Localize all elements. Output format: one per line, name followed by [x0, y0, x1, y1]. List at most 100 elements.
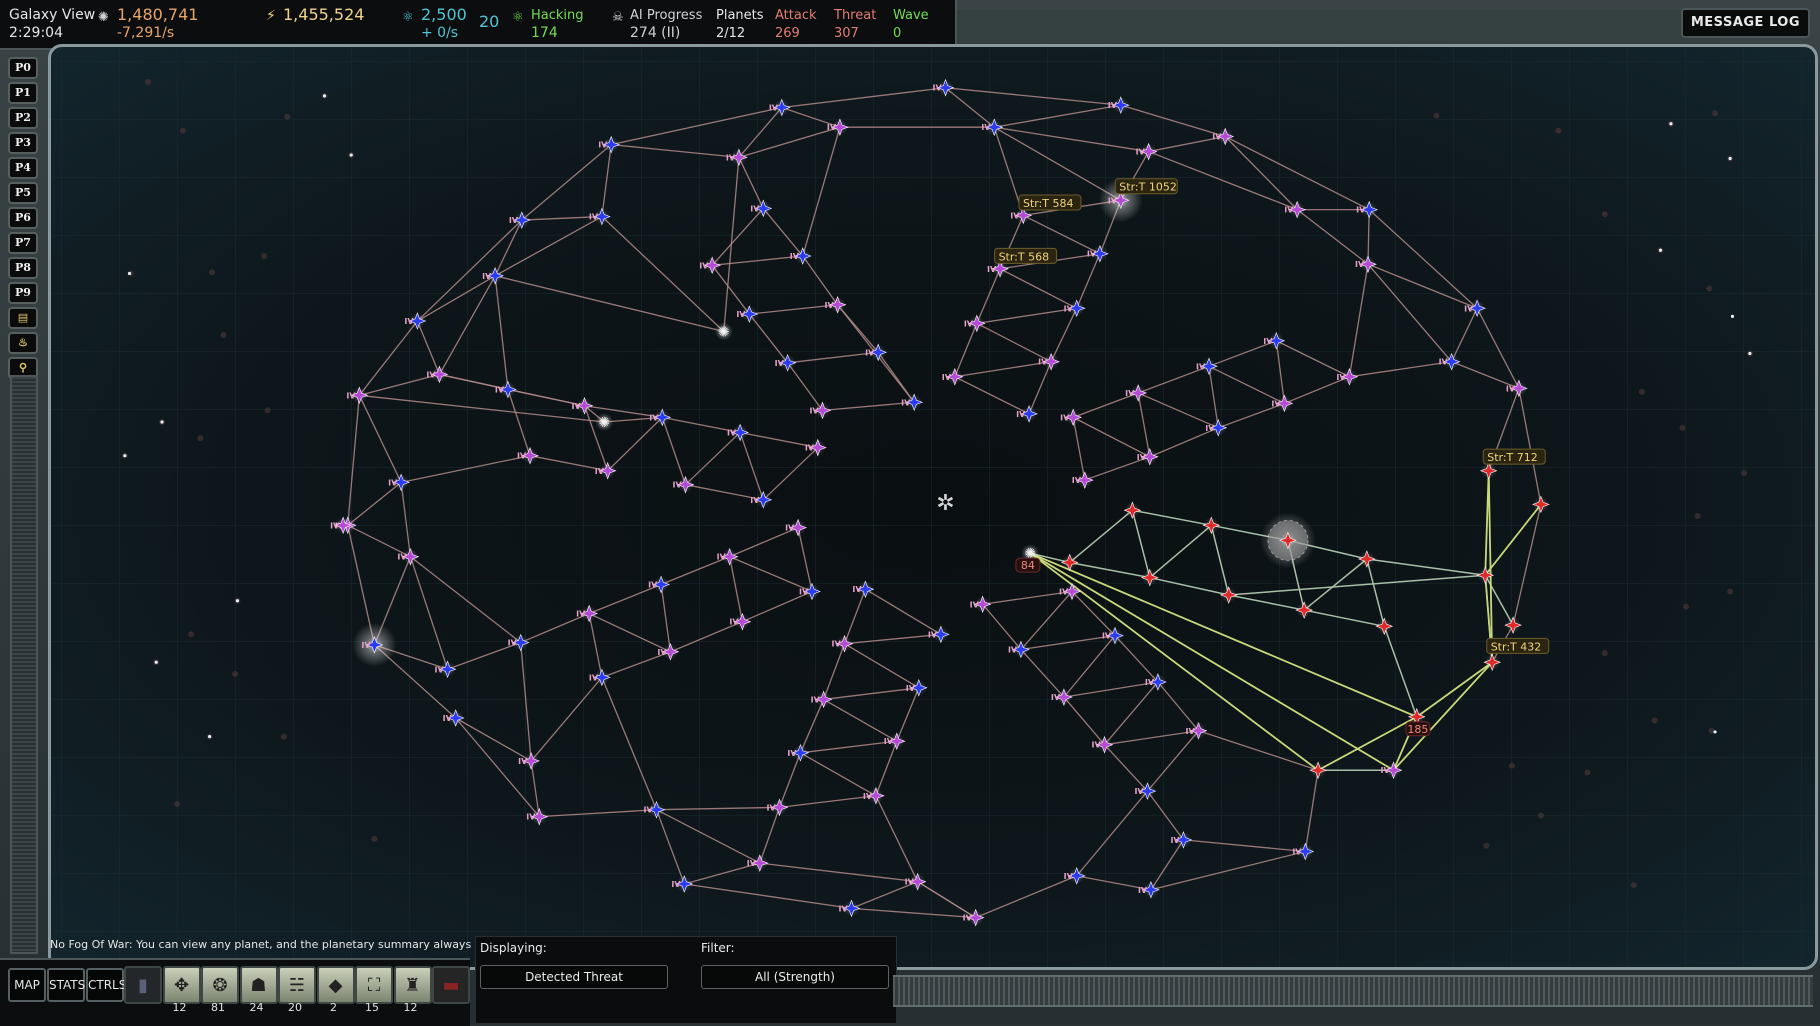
- mark-level-badge: IV: [775, 359, 785, 368]
- mark-level-badge: IV: [1138, 886, 1148, 895]
- control-group-p0[interactable]: P0: [8, 57, 38, 79]
- bright-star: [1713, 730, 1717, 734]
- bright-star: [322, 94, 327, 98]
- ship-icon: ❂: [212, 974, 228, 996]
- tab-map[interactable]: MAP: [8, 968, 46, 1002]
- background-star: [208, 269, 215, 276]
- bottom-grille: [893, 975, 1813, 1007]
- strength-label: Str:T 432: [1491, 640, 1542, 653]
- background-star: [1712, 110, 1719, 117]
- control-group-p3[interactable]: P3: [8, 132, 38, 154]
- control-group-p7[interactable]: P7: [8, 232, 38, 254]
- mark-level-badge: IV: [726, 153, 736, 162]
- ship-slot-6[interactable]: ⛶: [355, 966, 393, 1004]
- mark-level-badge: IV: [799, 587, 809, 596]
- mark-level-badge: IV: [657, 648, 667, 657]
- background-star: [179, 127, 186, 134]
- ship-count: 12: [403, 1001, 418, 1014]
- mark-level-badge: IV: [729, 618, 739, 627]
- ship-slot-1[interactable]: ✥: [162, 966, 201, 1004]
- message-log-button[interactable]: MESSAGE LOG: [1680, 8, 1810, 38]
- notes-button[interactable]: ▤: [8, 307, 38, 329]
- background-star: [1727, 588, 1734, 595]
- galaxy-map-canvas[interactable]: IV IV IV IV IV IV IV IV IV IV IV IV IV IV IV IV IV IV ✺ IV I…: [48, 44, 1818, 970]
- galaxy-map[interactable]: IV IV IV IV IV IV IV IV IV IV IV IV IV IV IV IV IV IV ✺ IV I…: [48, 44, 1818, 970]
- mark-level-badge: IV: [330, 521, 340, 530]
- special-structure-icon[interactable]: ✺: [718, 324, 730, 340]
- control-group-p2[interactable]: P2: [8, 107, 38, 129]
- mark-level-badge: IV: [970, 600, 980, 609]
- background-star: [1694, 513, 1701, 520]
- metal-value: 1,480,741: [117, 5, 199, 24]
- galactic-core-icon: ✲: [936, 491, 954, 516]
- map-grid: [51, 47, 1815, 967]
- mark-level-badge: IV: [787, 749, 797, 758]
- bright-star: [1669, 122, 1673, 126]
- bright-star: [1728, 156, 1732, 161]
- control-group-p6[interactable]: P6: [8, 207, 38, 229]
- mark-level-badge: IV: [1051, 693, 1061, 702]
- background-star: [145, 78, 152, 85]
- mark-level-badge: IV: [901, 398, 911, 407]
- strength-label: Str:T 712: [1487, 451, 1538, 464]
- mark-level-badge: IV: [785, 524, 795, 533]
- background-star: [220, 331, 227, 338]
- background-star: [1706, 285, 1713, 292]
- bright-star: [1658, 248, 1663, 252]
- mark-level-badge: IV: [987, 265, 997, 274]
- background-star: [1555, 127, 1562, 134]
- mark-level-badge: IV: [1008, 646, 1018, 655]
- bright-star: [160, 420, 164, 424]
- mark-level-badge: IV: [750, 496, 760, 505]
- ship-slot-empty[interactable]: ▮: [124, 966, 162, 1004]
- background-star: [1483, 842, 1490, 849]
- background-star: [1537, 812, 1544, 819]
- ship-slot-3[interactable]: ☗: [239, 966, 278, 1004]
- fire-button[interactable]: ♨: [8, 332, 38, 354]
- mark-level-badge: IV: [1196, 362, 1206, 371]
- background-star: [1741, 470, 1748, 477]
- bright-star: [208, 734, 212, 739]
- mark-level-badge: IV: [790, 252, 800, 261]
- threat-count: 185: [1407, 723, 1428, 736]
- ship-slot-red[interactable]: ▬: [432, 966, 470, 1004]
- control-group-p1[interactable]: P1: [8, 82, 38, 104]
- ship-slot-2[interactable]: ❂: [201, 966, 239, 1004]
- wave-value: 0: [893, 26, 902, 41]
- science-value: 2,500: [421, 5, 467, 24]
- mark-level-badge: IV: [1271, 399, 1281, 408]
- tab-ctrls[interactable]: CTRLS: [86, 968, 126, 1002]
- ship-slot-4[interactable]: ☵: [278, 966, 316, 1004]
- mark-level-badge: IV: [361, 641, 371, 650]
- control-group-p5[interactable]: P5: [8, 182, 38, 204]
- science-rate: + 0/s: [421, 25, 459, 41]
- ship-icon: ◆: [328, 974, 343, 996]
- bright-star: [123, 454, 127, 458]
- background-star: [284, 113, 291, 120]
- special-structure-icon[interactable]: ✺: [598, 415, 610, 431]
- mark-level-badge: IV: [1137, 453, 1147, 462]
- tab-stats[interactable]: STATS: [47, 968, 85, 1002]
- mark-level-badge: IV: [1108, 196, 1118, 205]
- mark-level-badge: IV: [426, 370, 436, 379]
- ship-icon: ♜: [404, 974, 421, 996]
- mark-level-badge: IV: [482, 272, 492, 281]
- mark-level-badge: IV: [572, 402, 582, 411]
- background-star: [264, 407, 271, 414]
- mark-level-badge: IV: [805, 444, 815, 453]
- ship-slot-7[interactable]: ♜: [393, 966, 432, 1004]
- mark-level-badge: IV: [649, 413, 659, 422]
- control-group-p8[interactable]: P8: [8, 257, 38, 279]
- metal-rate: -7,291/s: [117, 25, 175, 41]
- filter-select[interactable]: All (Strength): [701, 965, 889, 989]
- view-title: Galaxy View: [9, 7, 96, 23]
- mark-level-badge: IV: [1038, 358, 1048, 367]
- control-group-p9[interactable]: P9: [8, 282, 38, 304]
- mark-level-badge: IV: [404, 317, 414, 326]
- displaying-select[interactable]: Detected Threat: [480, 965, 668, 989]
- control-group-p4[interactable]: P4: [8, 157, 38, 179]
- ship-count: 81: [211, 1001, 225, 1014]
- hacking-value: 174: [531, 25, 558, 41]
- ship-slot-5[interactable]: ◆: [316, 966, 355, 1004]
- sidebar-grille: [10, 375, 38, 954]
